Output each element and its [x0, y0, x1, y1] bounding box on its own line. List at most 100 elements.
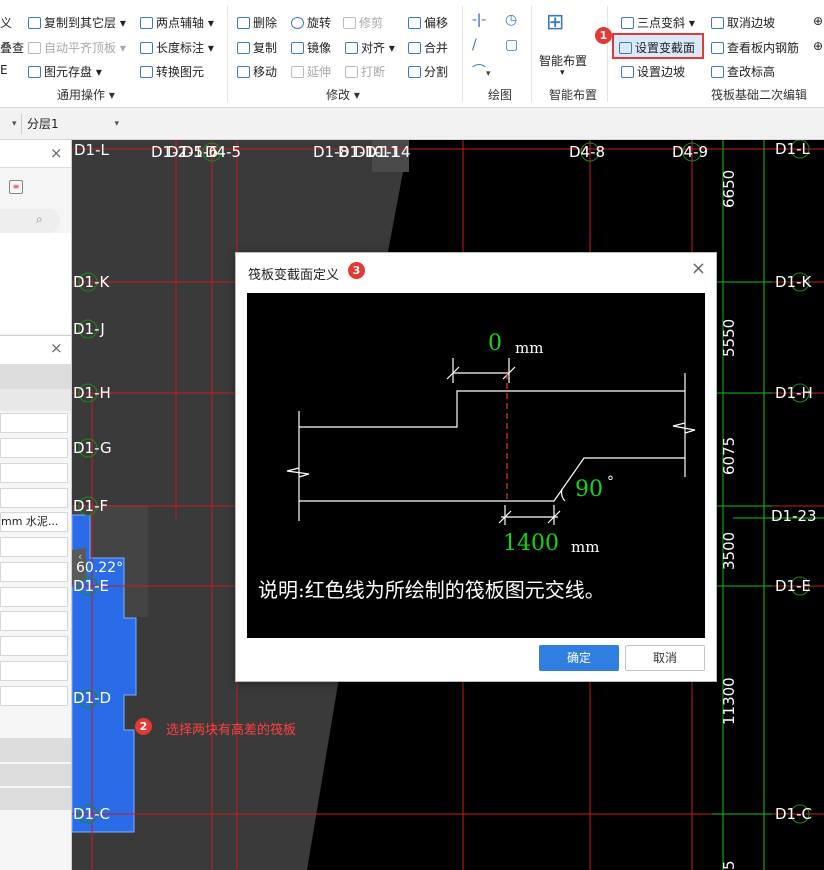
save-element-button[interactable]: 图元存盘 ▾	[28, 63, 102, 80]
draw-circle-tool[interactable]: ◷	[505, 12, 517, 28]
dimension-value: 5	[720, 860, 738, 870]
cancel-button[interactable]: 取消	[625, 645, 705, 671]
section-change-dialog: 筏板变截面定义 3 × 0 mm 90 ° 1400 mm 说明:红色线为所绘制…	[235, 252, 717, 682]
property-bar: ▾ 分层1 ▾	[0, 108, 824, 140]
three-point-slope-button[interactable]: 三点变斜 ▾	[621, 14, 695, 31]
angle-unit: °	[607, 474, 614, 490]
align-button[interactable]: 对齐 ▾	[345, 39, 395, 56]
overflow-icon[interactable]: ⊕	[813, 14, 823, 28]
rotate-button[interactable]: 旋转	[291, 14, 331, 31]
property-row[interactable]	[0, 463, 68, 483]
ribbon-separator	[462, 6, 463, 102]
set-edge-slope-button[interactable]: 设置边坡	[621, 63, 685, 80]
copy-to-floor-button[interactable]: 复制到其它层 ▾	[28, 14, 126, 31]
chevron-left-icon[interactable]: ‹	[78, 550, 82, 563]
check-elevation-button[interactable]: 查改标高	[711, 63, 775, 80]
close-icon[interactable]: ×	[50, 144, 63, 162]
trim-label: 修剪	[359, 16, 384, 30]
convert-element-button[interactable]: 转换图元	[140, 63, 204, 80]
axis-label: D1-L	[775, 140, 810, 158]
move-button[interactable]: 移动	[237, 63, 277, 80]
property-row[interactable]	[0, 661, 68, 681]
copy-icon	[237, 42, 250, 54]
rotate-label: 旋转	[307, 16, 332, 30]
align-label: 对齐	[361, 41, 386, 55]
property-row[interactable]	[0, 611, 68, 631]
axis-label: D1-E	[775, 577, 811, 595]
ribbon-partial-item-3[interactable]: E	[0, 63, 8, 77]
axis-label: D1-14	[365, 143, 411, 161]
floor-dropdown[interactable]: 分层1 ▾	[27, 114, 123, 134]
property-row[interactable]	[0, 438, 68, 458]
axis-label: D1-E	[73, 577, 109, 595]
property-row[interactable]	[0, 587, 68, 607]
property-row[interactable]	[0, 413, 68, 433]
convert-element-label: 转换图元	[156, 65, 205, 79]
angle-value[interactable]: 90	[575, 477, 603, 502]
draw-point-tool[interactable]: -ǀ-	[472, 12, 486, 28]
dimension-value: 3500	[720, 531, 738, 570]
offset-icon	[408, 17, 421, 29]
list-view-icon[interactable]: ≡	[9, 180, 23, 194]
property-row[interactable]: mm 水泥...	[0, 512, 68, 532]
offset-value[interactable]: 0	[488, 331, 502, 356]
ok-button[interactable]: 确定	[539, 645, 619, 671]
smart-layout-label: 智能布置	[539, 54, 588, 68]
length-dim-button[interactable]: 长度标注 ▾	[140, 39, 214, 56]
dimension-icon	[140, 42, 153, 54]
offset-button[interactable]: 偏移	[408, 14, 448, 31]
merge-label: 合并	[424, 41, 449, 55]
group-label-smart: 智能布置	[549, 86, 597, 103]
trim-button[interactable]: 修剪	[343, 14, 383, 31]
property-row[interactable]	[0, 537, 68, 557]
split-icon	[408, 66, 421, 78]
two-point-axis-button[interactable]: 两点辅轴 ▾	[140, 14, 214, 31]
search-input[interactable]	[0, 209, 60, 233]
group-label-raft: 筏板基础二次编辑	[711, 86, 807, 103]
property-row[interactable]	[0, 686, 68, 706]
rotate-icon	[291, 17, 304, 29]
draw-arc-tool[interactable]: ⌒▾	[472, 61, 491, 81]
smart-group-text: 智能布置	[549, 88, 598, 102]
close-icon[interactable]: ×	[691, 259, 706, 279]
partial-label-2: 叠查	[0, 41, 25, 55]
chevron-down-icon: ▾	[486, 69, 491, 79]
close-icon[interactable]: ×	[50, 339, 63, 357]
mirror-button[interactable]: 镜像	[291, 39, 331, 56]
extend-button[interactable]: 延伸	[291, 63, 331, 80]
cancel-edge-slope-button[interactable]: 取消边坡	[711, 14, 775, 31]
draw-line-tool[interactable]: /	[472, 37, 477, 53]
auto-align-top-label: 自动平齐顶板	[44, 41, 117, 55]
step-badge-3: 3	[348, 262, 365, 279]
chevron-down-icon[interactable]: ▾	[12, 114, 17, 134]
width-value[interactable]: 1400	[503, 531, 559, 556]
break-icon	[345, 66, 358, 78]
merge-button[interactable]: 合并	[408, 39, 448, 56]
step-badge-1: 1	[595, 27, 612, 44]
edge-slope-icon	[621, 66, 634, 78]
view-rebar-button[interactable]: 查看板内钢筋	[711, 39, 799, 56]
copy-button[interactable]: 复制	[237, 39, 277, 56]
divider	[21, 114, 22, 134]
group-label-modify: 修改 ▾	[326, 88, 360, 102]
search-icon[interactable]: ⌕	[36, 212, 43, 227]
dimension-lines	[712, 140, 824, 870]
auto-align-top-button[interactable]: 自动平齐顶板 ▾	[28, 39, 126, 56]
overflow-icon[interactable]: ⊕	[813, 39, 823, 53]
property-row[interactable]	[0, 636, 68, 656]
axis-label: D1-K	[73, 273, 110, 291]
draw-rect-tool[interactable]: ▢	[505, 37, 518, 53]
delete-button[interactable]: 删除	[237, 14, 277, 31]
property-row[interactable]	[0, 488, 68, 508]
ribbon-partial-item-2[interactable]: 叠查	[0, 39, 24, 56]
set-section-change-content[interactable]: 设置变截面	[619, 39, 695, 56]
split-button[interactable]: 分割	[408, 63, 448, 80]
axis-label: D1-K	[775, 273, 812, 291]
save-icon	[28, 66, 41, 78]
break-button[interactable]: 打断	[345, 63, 385, 80]
property-row[interactable]	[0, 562, 68, 582]
ribbon-partial-item-1[interactable]: 义	[0, 14, 12, 31]
arc-icon: ⌒	[472, 64, 486, 80]
set-section-change-label: 设置变截面	[635, 41, 696, 55]
smart-layout-button[interactable]: 智能布置	[539, 52, 587, 69]
